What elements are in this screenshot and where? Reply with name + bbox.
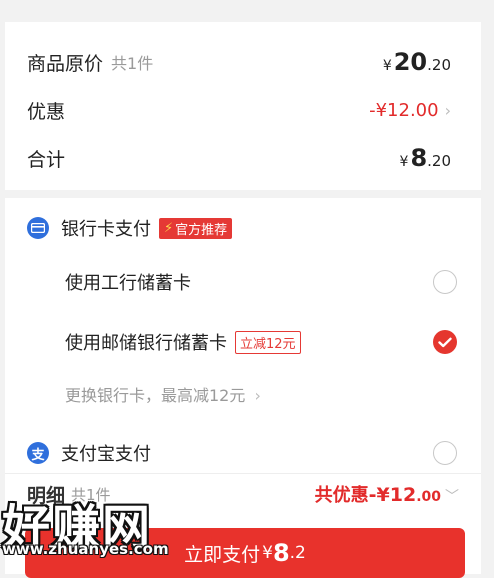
recommended-badge-text: 官方推荐	[175, 222, 228, 238]
saving-amount: -¥12	[368, 484, 417, 506]
chevron-right-icon: ›	[254, 386, 261, 405]
currency-symbol: ¥	[382, 58, 392, 74]
total-value: ¥ 8 .20	[400, 144, 451, 172]
option-label: 使用邮储银行储蓄卡	[65, 333, 227, 354]
promo-tag: 立减12元	[235, 330, 301, 354]
total-decimal: .20	[427, 152, 451, 170]
site-watermark: 好赚网 www.zhuanyes.com	[2, 488, 192, 558]
lightning-icon: ⚡	[164, 220, 174, 236]
item-count: 共1件	[111, 54, 154, 73]
saving-decimal: .00	[416, 489, 441, 505]
pay-decimal: .2	[289, 543, 306, 563]
bank-card-payment-header: 银行卡支付 ⚡ 官方推荐	[27, 214, 233, 242]
radio-checked[interactable]	[433, 330, 457, 354]
price-decimal: .20	[427, 56, 451, 74]
total-row: 合计 ¥ 8 .20	[27, 140, 451, 176]
discount-row[interactable]: 优惠 -¥12.00 ›	[27, 92, 451, 128]
original-price-label: 商品原价	[27, 52, 104, 75]
price-integer: 20	[393, 48, 428, 76]
checkmark-icon	[438, 337, 452, 347]
recommended-badge: ⚡ 官方推荐	[159, 217, 233, 239]
watermark-url: www.zhuanyes.com	[2, 540, 169, 558]
saving-label: 共优惠	[314, 485, 369, 506]
price-summary-card: 商品原价 共1件 ¥ 20 .20 优惠 -¥12.00 › 合计 ¥ 8 .2…	[5, 22, 481, 190]
option-psbc-debit[interactable]: 使用邮储银行储蓄卡 立减12元	[65, 326, 457, 358]
pay-integer: 8	[272, 539, 290, 567]
original-price-value: ¥ 20 .20	[383, 48, 451, 76]
pay-currency: ¥	[262, 543, 273, 563]
total-label: 合计	[27, 148, 66, 171]
alipay-label: 支付宝支付	[61, 444, 151, 465]
radio-unchecked[interactable]	[433, 270, 457, 294]
option-icbc-debit[interactable]: 使用工行储蓄卡	[65, 266, 457, 298]
chevron-down-icon[interactable]: ﹀	[445, 486, 459, 506]
discount-label: 优惠	[27, 100, 66, 123]
bank-card-icon	[27, 217, 49, 239]
alipay-payment-row[interactable]: 支 支付宝支付	[27, 438, 457, 468]
discount-value: -¥12.00	[369, 99, 439, 121]
radio-unchecked[interactable]	[433, 441, 457, 465]
bank-card-payment-label: 银行卡支付	[61, 219, 151, 240]
total-integer: 8	[410, 144, 428, 172]
pay-now-label: 立即支付	[184, 543, 261, 566]
currency-symbol: ¥	[399, 154, 409, 170]
chevron-right-icon: ›	[444, 100, 451, 120]
change-bank-card-text: 更换银行卡，最高减12元	[65, 386, 246, 405]
alipay-icon: 支	[27, 442, 49, 464]
original-price-row: 商品原价 共1件 ¥ 20 .20	[27, 44, 451, 80]
discount-value-wrap: -¥12.00 ›	[369, 100, 451, 121]
total-saving: 共优惠 -¥12 .00 ﹀	[315, 481, 459, 507]
option-label: 使用工行储蓄卡	[65, 273, 191, 294]
change-bank-card-link[interactable]: 更换银行卡，最高减12元 ›	[65, 382, 261, 406]
